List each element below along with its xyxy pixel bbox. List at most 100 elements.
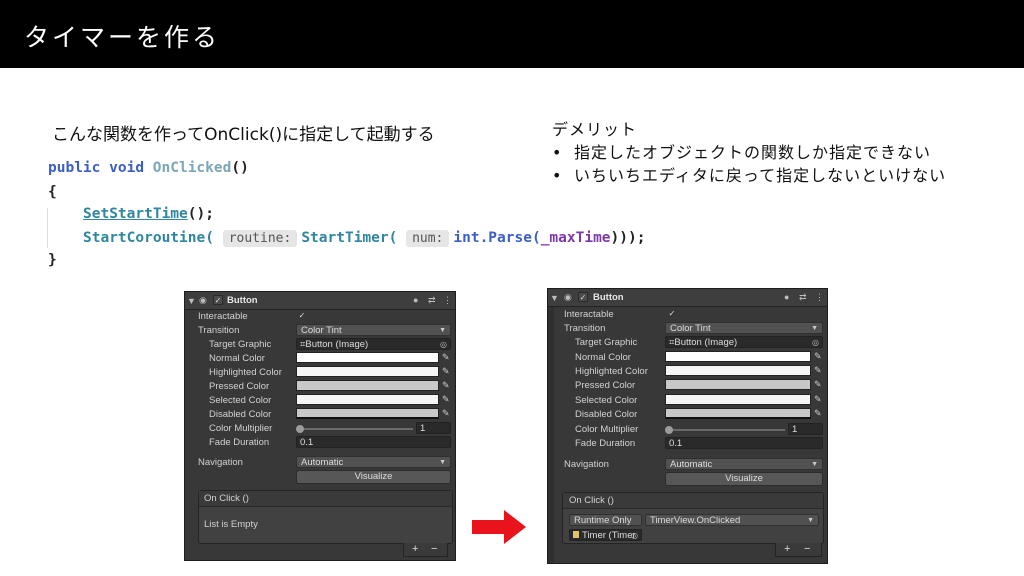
component-header[interactable]: ▼ ◉ ✓ Button ● ⇄ ⋮ bbox=[548, 289, 827, 307]
arrow-shape bbox=[472, 510, 526, 544]
component-name: Button bbox=[227, 295, 258, 306]
chevron-down-icon: ▼ bbox=[807, 517, 814, 524]
eyedropper-icon[interactable]: ✎ bbox=[814, 394, 822, 405]
help-icon[interactable]: ● bbox=[784, 292, 789, 302]
normal-color-swatch[interactable] bbox=[296, 352, 439, 363]
highlighted-color-swatch[interactable] bbox=[665, 365, 811, 376]
presets-icon[interactable]: ⇄ bbox=[428, 295, 436, 306]
transition-dropdown[interactable]: Color Tint ▼ bbox=[296, 324, 451, 336]
color-multiplier-slider[interactable] bbox=[299, 428, 413, 430]
component-icon: ◉ bbox=[564, 292, 572, 302]
button-inspector-after: ▼ ◉ ✓ Button ● ⇄ ⋮ Interactable ✓ Transi… bbox=[547, 288, 828, 564]
demerit-item: • いちいちエディタに戻って指定しないといけない bbox=[552, 166, 947, 185]
normal-color-swatch[interactable] bbox=[665, 351, 811, 362]
list-controls: + − bbox=[775, 543, 822, 557]
enabled-checkbox[interactable]: ✓ bbox=[578, 292, 588, 302]
eyedropper-icon[interactable]: ✎ bbox=[442, 380, 450, 391]
slider-handle[interactable] bbox=[665, 426, 673, 434]
object-picker-icon: ◎ bbox=[812, 338, 819, 347]
slide-title: タイマーを作る bbox=[24, 23, 221, 52]
fade-duration-field[interactable]: 0.1 bbox=[665, 437, 823, 449]
disabled-color-swatch[interactable] bbox=[665, 408, 811, 419]
eyedropper-icon[interactable]: ✎ bbox=[442, 352, 450, 363]
more-icon[interactable]: ⋮ bbox=[443, 295, 452, 306]
selected-color-swatch[interactable] bbox=[665, 394, 811, 405]
code-line: } bbox=[48, 252, 57, 268]
color-multiplier-slider[interactable] bbox=[668, 429, 785, 431]
navigation-label: Navigation bbox=[564, 459, 609, 470]
list-empty-text: List is Empty bbox=[204, 519, 258, 530]
target-graphic-field[interactable]: ⌗Button (Image) ◎ bbox=[296, 338, 451, 350]
fade-duration-field[interactable]: 0.1 bbox=[296, 436, 451, 448]
runtime-dropdown[interactable]: Runtime Only bbox=[569, 514, 642, 526]
arrow-right-icon bbox=[472, 510, 526, 544]
pressed-color-swatch[interactable] bbox=[665, 379, 811, 390]
color-multiplier-label: Color Multiplier bbox=[209, 423, 273, 434]
code-line: public void OnClicked() bbox=[48, 160, 249, 176]
code-line: SetStartTime(); bbox=[83, 206, 214, 222]
slider-handle[interactable] bbox=[296, 425, 304, 433]
caption: こんな関数を作ってOnClick()に指定して起動する bbox=[52, 125, 435, 145]
component-name: Button bbox=[593, 292, 624, 303]
chevron-down-icon: ▼ bbox=[811, 461, 818, 468]
fade-duration-label: Fade Duration bbox=[575, 438, 636, 449]
interactable-checkbox[interactable]: ✓ bbox=[297, 311, 307, 321]
component-header[interactable]: ▼ ◉ ✓ Button ● ⇄ ⋮ bbox=[185, 292, 455, 310]
add-button[interactable]: + bbox=[784, 543, 790, 556]
disabled-color-swatch[interactable] bbox=[296, 408, 439, 419]
presets-icon[interactable]: ⇄ bbox=[799, 292, 807, 303]
component-icon: ◉ bbox=[199, 295, 207, 305]
navigation-dropdown[interactable]: Automatic ▼ bbox=[296, 456, 451, 468]
transition-label: Transition bbox=[198, 325, 240, 336]
visualize-button[interactable]: Visualize bbox=[296, 470, 451, 484]
object-picker-icon: ◎ bbox=[631, 531, 638, 540]
transition-dropdown[interactable]: Color Tint ▼ bbox=[665, 322, 823, 334]
normal-color-label: Normal Color bbox=[575, 352, 631, 363]
target-graphic-label: Target Graphic bbox=[575, 337, 638, 348]
onclick-label: On Click () bbox=[569, 495, 614, 506]
demerit-heading: デメリット bbox=[552, 120, 638, 139]
enabled-checkbox[interactable]: ✓ bbox=[213, 295, 223, 305]
target-object-field[interactable]: Timer (Timer ◎ bbox=[569, 529, 642, 541]
remove-button[interactable]: − bbox=[431, 543, 437, 556]
navigation-dropdown[interactable]: Automatic ▼ bbox=[665, 458, 823, 470]
eyedropper-icon[interactable]: ✎ bbox=[814, 379, 822, 390]
color-multiplier-label: Color Multiplier bbox=[575, 424, 639, 435]
help-icon[interactable]: ● bbox=[413, 295, 418, 305]
indent-guide bbox=[47, 208, 48, 248]
selected-color-label: Selected Color bbox=[209, 395, 272, 406]
foldout-icon[interactable]: ▼ bbox=[550, 293, 559, 303]
add-button[interactable]: + bbox=[412, 543, 418, 556]
disabled-color-label: Disabled Color bbox=[575, 409, 638, 420]
disabled-color-label: Disabled Color bbox=[209, 409, 272, 420]
foldout-icon[interactable]: ▼ bbox=[187, 296, 196, 306]
eyedropper-icon[interactable]: ✎ bbox=[814, 408, 822, 419]
function-dropdown[interactable]: TimerView.OnClicked ▼ bbox=[645, 514, 819, 526]
eyedropper-icon[interactable]: ✎ bbox=[442, 394, 450, 405]
pressed-color-label: Pressed Color bbox=[209, 381, 270, 392]
pressed-color-swatch[interactable] bbox=[296, 380, 439, 391]
selected-color-swatch[interactable] bbox=[296, 394, 439, 405]
target-graphic-field[interactable]: ⌗Button (Image) ◎ bbox=[665, 336, 823, 348]
eyedropper-icon[interactable]: ✎ bbox=[814, 351, 822, 362]
more-icon[interactable]: ⋮ bbox=[815, 292, 824, 303]
chevron-down-icon: ▼ bbox=[439, 327, 446, 334]
chevron-down-icon: ▼ bbox=[811, 325, 818, 332]
eyedropper-icon[interactable]: ✎ bbox=[442, 366, 450, 377]
highlighted-color-swatch[interactable] bbox=[296, 366, 439, 377]
transition-label: Transition bbox=[564, 323, 606, 334]
eyedropper-icon[interactable]: ✎ bbox=[442, 408, 450, 419]
interactable-checkbox[interactable]: ✓ bbox=[667, 309, 677, 319]
eyedropper-icon[interactable]: ✎ bbox=[814, 365, 822, 376]
color-multiplier-field[interactable]: 1 bbox=[416, 422, 451, 434]
button-inspector-before: ▼ ◉ ✓ Button ● ⇄ ⋮ Interactable ✓ Transi… bbox=[184, 291, 456, 561]
color-multiplier-field[interactable]: 1 bbox=[788, 423, 823, 435]
selected-color-label: Selected Color bbox=[575, 395, 638, 406]
remove-button[interactable]: − bbox=[804, 543, 810, 556]
demerit-item: • 指定したオブジェクトの関数しか指定できない bbox=[552, 143, 932, 162]
chevron-down-icon: ▼ bbox=[439, 459, 446, 466]
interactable-label: Interactable bbox=[198, 311, 248, 322]
demerit-block: デメリット • 指定したオブジェクトの関数しか指定できない • いちいちエディタに戻… bbox=[552, 118, 946, 187]
onclick-label: On Click () bbox=[204, 493, 249, 504]
visualize-button[interactable]: Visualize bbox=[665, 472, 823, 486]
